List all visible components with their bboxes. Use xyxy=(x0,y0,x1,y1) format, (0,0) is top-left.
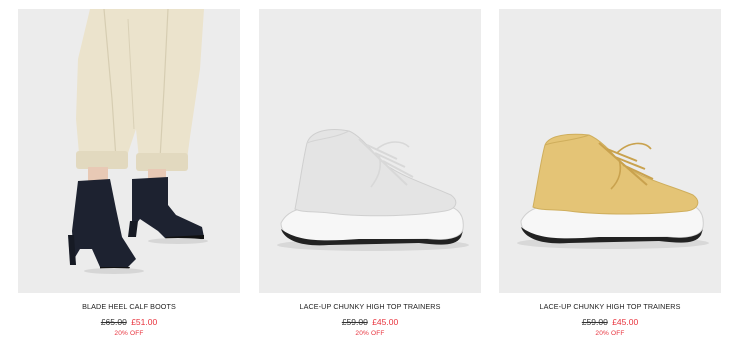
product-card[interactable]: BLADE HEEL CALF BOOTS £65.00 £51.00 20% … xyxy=(18,9,240,349)
product-grid: BLADE HEEL CALF BOOTS £65.00 £51.00 20% … xyxy=(18,9,722,349)
product-card[interactable]: LACE-UP CHUNKY HIGH TOP TRAINERS £59.00 … xyxy=(259,9,481,349)
white-trainer-photo xyxy=(277,129,469,251)
original-price: £65.00 xyxy=(100,317,127,327)
product-name[interactable]: LACE-UP CHUNKY HIGH TOP TRAINERS xyxy=(499,302,721,312)
sale-price: £45.00 xyxy=(612,317,639,327)
product-info: LACE-UP CHUNKY HIGH TOP TRAINERS £59.00 … xyxy=(499,302,721,338)
product-info: BLADE HEEL CALF BOOTS £65.00 £51.00 20% … xyxy=(18,302,240,338)
product-image[interactable] xyxy=(18,9,240,293)
product-name[interactable]: LACE-UP CHUNKY HIGH TOP TRAINERS xyxy=(259,302,481,312)
discount-badge: 20% OFF xyxy=(114,330,144,337)
discount-badge: 20% OFF xyxy=(355,330,385,337)
yellow-trainer-photo xyxy=(517,133,709,249)
sale-price: £45.00 xyxy=(372,317,399,327)
product-name[interactable]: BLADE HEEL CALF BOOTS xyxy=(18,302,240,312)
product-card[interactable]: LACE-UP CHUNKY HIGH TOP TRAINERS £59.00 … xyxy=(499,9,721,349)
price-row: £59.00 £45.00 xyxy=(499,317,721,328)
product-image[interactable] xyxy=(499,9,721,293)
original-price: £59.00 xyxy=(341,317,368,327)
boots-photo xyxy=(68,9,208,274)
sale-price: £51.00 xyxy=(131,317,158,327)
original-price: £59.00 xyxy=(581,317,608,327)
price-row: £59.00 £45.00 xyxy=(259,317,481,328)
discount-badge: 20% OFF xyxy=(595,330,625,337)
product-image[interactable] xyxy=(259,9,481,293)
price-row: £65.00 £51.00 xyxy=(18,317,240,328)
product-info: LACE-UP CHUNKY HIGH TOP TRAINERS £59.00 … xyxy=(259,302,481,338)
